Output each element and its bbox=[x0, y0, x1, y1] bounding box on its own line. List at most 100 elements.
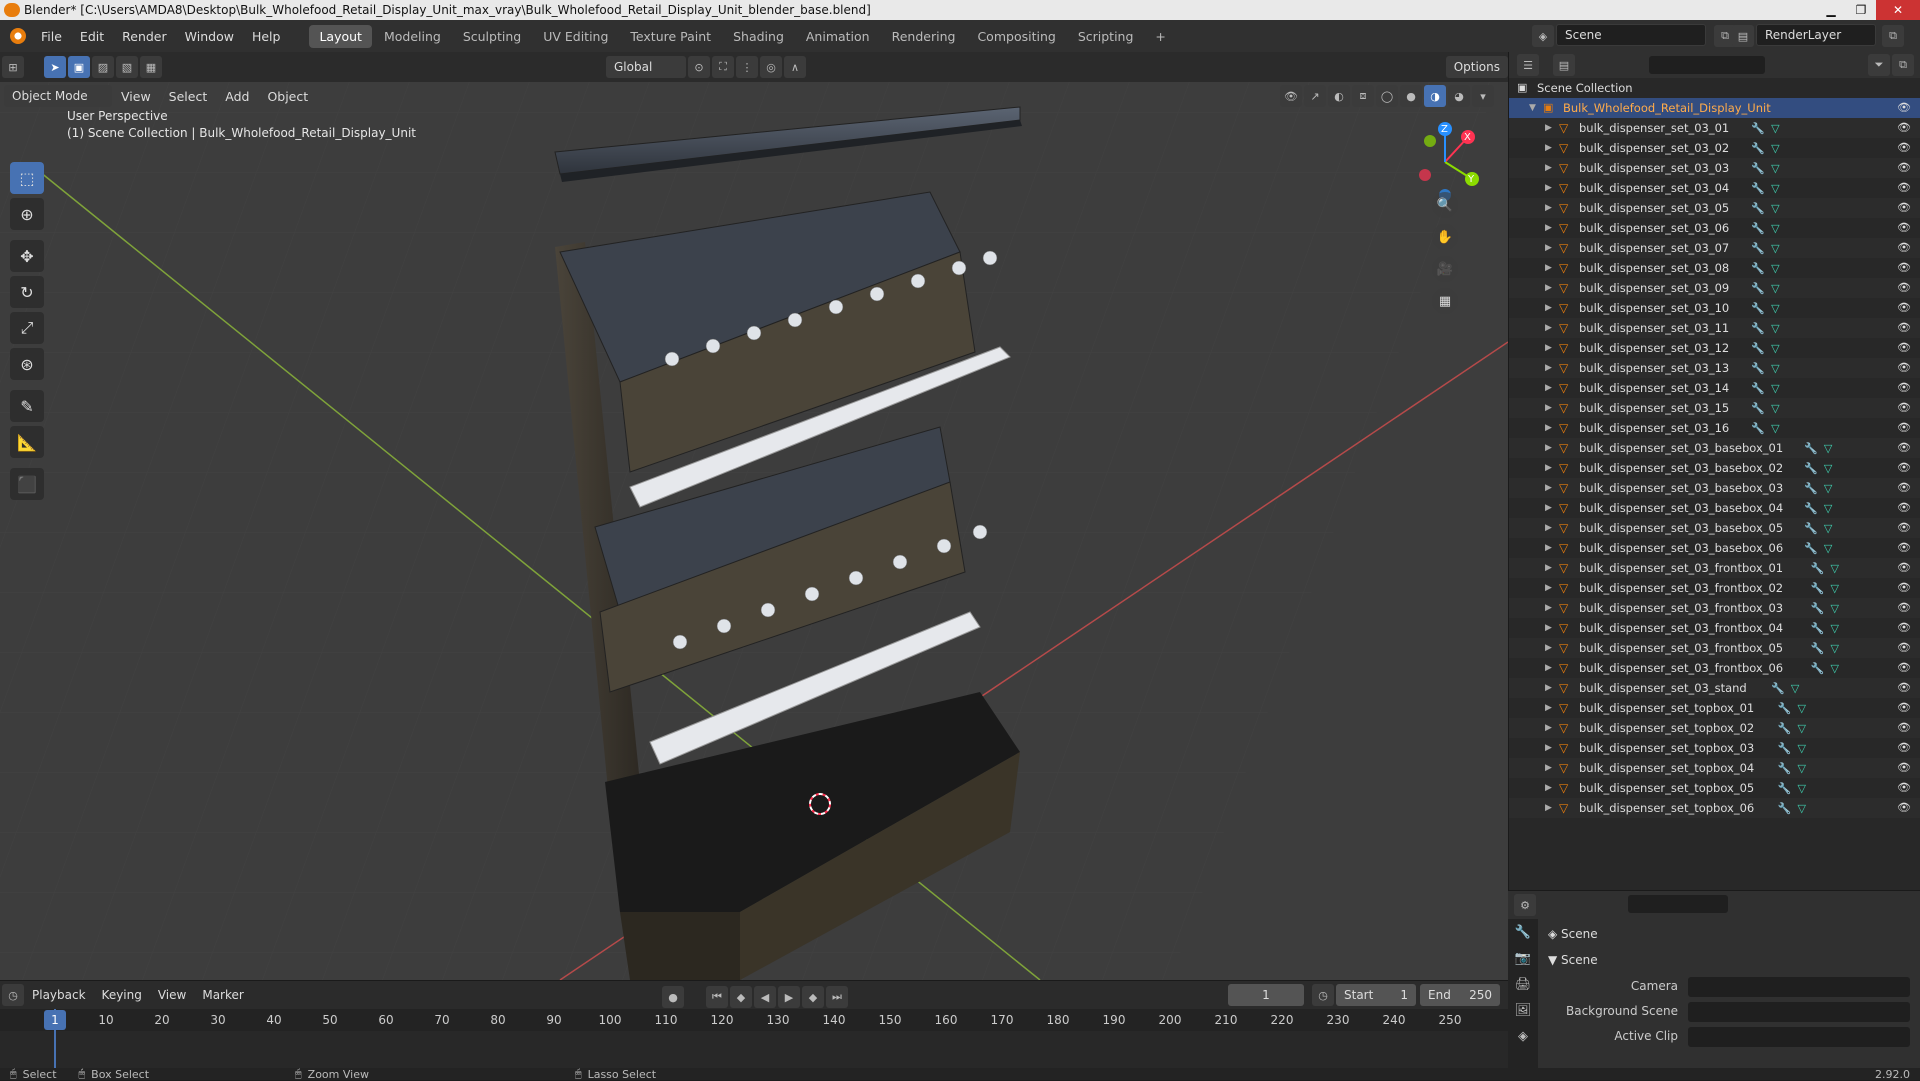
next-keyframe-icon[interactable]: ◆ bbox=[802, 986, 824, 1008]
visibility-eye-icon[interactable]: 👁 bbox=[1897, 361, 1911, 375]
tab-texture-paint[interactable]: Texture Paint bbox=[620, 25, 721, 48]
outliner-object-row[interactable]: ▶ ▽ bulk_dispenser_set_03_02 🔧 ▽ 👁 bbox=[1509, 138, 1920, 158]
outliner-object-row[interactable]: ▶ ▽ bulk_dispenser_set_03_11 🔧 ▽ 👁 bbox=[1509, 318, 1920, 338]
expand-arrow-icon[interactable]: ▶ bbox=[1545, 683, 1555, 693]
mesh-data-icon[interactable]: ▽ bbox=[1771, 282, 1779, 295]
modifier-wrench-icon[interactable]: 🔧 bbox=[1751, 342, 1765, 355]
properties-search-input[interactable] bbox=[1628, 895, 1728, 913]
mesh-data-icon[interactable]: ▽ bbox=[1771, 142, 1779, 155]
visibility-eye-icon[interactable]: 👁 bbox=[1897, 461, 1911, 475]
mesh-data-icon[interactable]: ▽ bbox=[1771, 262, 1779, 275]
mesh-data-icon[interactable]: ▽ bbox=[1771, 402, 1779, 415]
visibility-eye-icon[interactable]: 👁 bbox=[1897, 161, 1911, 175]
mesh-data-icon[interactable]: ▽ bbox=[1771, 162, 1779, 175]
render-tab-icon[interactable]: 📷 bbox=[1508, 945, 1538, 971]
outliner-editor-type-icon[interactable]: ☰ bbox=[1517, 54, 1539, 76]
outliner-object-row[interactable]: ▶ ▽ bulk_dispenser_set_03_08 🔧 ▽ 👁 bbox=[1509, 258, 1920, 278]
modifier-wrench-icon[interactable]: 🔧 bbox=[1751, 202, 1765, 215]
editor-type-icon[interactable]: ⊞ bbox=[2, 56, 24, 78]
visibility-eye-icon[interactable]: 👁 bbox=[1897, 101, 1911, 115]
expand-arrow-icon[interactable]: ▶ bbox=[1545, 543, 1555, 553]
visibility-eye-icon[interactable]: 👁 bbox=[1897, 661, 1911, 675]
viewport-menu-object[interactable]: Object bbox=[258, 89, 317, 104]
proportional-edit-icon[interactable]: ◎ bbox=[760, 56, 782, 78]
play-icon[interactable]: ▶ bbox=[778, 986, 800, 1008]
output-tab-icon[interactable]: 🖨 bbox=[1508, 971, 1538, 997]
mesh-data-icon[interactable]: ▽ bbox=[1798, 742, 1806, 755]
modifier-wrench-icon[interactable]: 🔧 bbox=[1804, 482, 1818, 495]
xray-icon[interactable]: ⧈ bbox=[1352, 85, 1374, 107]
visibility-eye-icon[interactable]: 👁 bbox=[1897, 561, 1911, 575]
expand-arrow-icon[interactable]: ▶ bbox=[1545, 723, 1555, 733]
outliner-object-row[interactable]: ▶ ▽ bulk_dispenser_set_03_04 🔧 ▽ 👁 bbox=[1509, 178, 1920, 198]
expand-arrow-icon[interactable]: ▶ bbox=[1545, 783, 1555, 793]
visibility-eye-icon[interactable]: 👁 bbox=[1897, 501, 1911, 515]
modifier-wrench-icon[interactable]: 🔧 bbox=[1804, 502, 1818, 515]
tab-shading[interactable]: Shading bbox=[723, 25, 794, 48]
mesh-data-icon[interactable]: ▽ bbox=[1771, 122, 1779, 135]
view-layer-tab-icon[interactable]: 🖼 bbox=[1508, 997, 1538, 1023]
ortho-grid-icon[interactable]: ▦ bbox=[1432, 288, 1458, 314]
mesh-data-icon[interactable]: ▽ bbox=[1831, 582, 1839, 595]
expand-arrow-icon[interactable]: ▶ bbox=[1545, 803, 1555, 813]
modifier-wrench-icon[interactable]: 🔧 bbox=[1751, 122, 1765, 135]
outliner-object-row[interactable]: ▶ ▽ bulk_dispenser_set_topbox_05 🔧 ▽ 👁 bbox=[1509, 778, 1920, 798]
tab-scripting[interactable]: Scripting bbox=[1068, 25, 1144, 48]
visibility-eye-icon[interactable]: 👁 bbox=[1897, 381, 1911, 395]
play-reverse-icon[interactable]: ◀ bbox=[754, 986, 776, 1008]
expand-arrow-icon[interactable]: ▶ bbox=[1545, 243, 1555, 253]
outliner-object-row[interactable]: ▶ ▽ bulk_dispenser_set_03_07 🔧 ▽ 👁 bbox=[1509, 238, 1920, 258]
modifier-wrench-icon[interactable]: 🔧 bbox=[1751, 282, 1765, 295]
3d-viewport[interactable]: ⊞ ➤ ▣ ▨ ▧ ▦ Global ⊙ ⛶ ⋮ ◎ ∧ Options Obj… bbox=[0, 52, 1508, 980]
outliner-object-row[interactable]: ▶ ▽ bulk_dispenser_set_03_frontbox_01 🔧 ▽ 👁 bbox=[1509, 558, 1920, 578]
modifier-wrench-icon[interactable]: 🔧 bbox=[1804, 522, 1818, 535]
expand-arrow-icon[interactable]: ▼ bbox=[1529, 103, 1539, 113]
add-cube-tool-icon[interactable]: ⬛ bbox=[10, 468, 44, 500]
select-box-tool-icon[interactable]: ⬚ bbox=[10, 162, 44, 194]
timeline-menu-keying[interactable]: Keying bbox=[94, 988, 150, 1002]
start-frame-field[interactable]: Start 1 bbox=[1336, 984, 1416, 1006]
minimize-button[interactable]: ▁ bbox=[1816, 0, 1846, 20]
new-layer-icon[interactable]: ⧉ bbox=[1882, 25, 1904, 47]
background-scene-field[interactable] bbox=[1688, 1002, 1910, 1022]
expand-arrow-icon[interactable]: ▶ bbox=[1545, 563, 1555, 573]
mesh-data-icon[interactable]: ▽ bbox=[1831, 662, 1839, 675]
visibility-eye-icon[interactable]: 👁 bbox=[1897, 781, 1911, 795]
modifier-wrench-icon[interactable]: 🔧 bbox=[1778, 762, 1792, 775]
mesh-data-icon[interactable]: ▽ bbox=[1771, 182, 1779, 195]
outliner-object-row[interactable]: ▶ ▽ bulk_dispenser_set_03_15 🔧 ▽ 👁 bbox=[1509, 398, 1920, 418]
visibility-eye-icon[interactable]: 👁 bbox=[1897, 741, 1911, 755]
snap-icon[interactable]: ⛶ bbox=[712, 56, 734, 78]
camera-view-icon[interactable]: 🎥 bbox=[1432, 256, 1458, 282]
outliner-object-row[interactable]: ▶ ▽ bulk_dispenser_set_03_16 🔧 ▽ 👁 bbox=[1509, 418, 1920, 438]
expand-arrow-icon[interactable]: ▶ bbox=[1545, 403, 1555, 413]
modifier-wrench-icon[interactable]: 🔧 bbox=[1811, 562, 1825, 575]
add-workspace-icon[interactable]: + bbox=[1145, 25, 1175, 48]
outliner-object-row[interactable]: ▶ ▽ bulk_dispenser_set_03_frontbox_02 🔧 ▽ 👁 bbox=[1509, 578, 1920, 598]
visibility-eye-icon[interactable]: 👁 bbox=[1897, 141, 1911, 155]
modifier-wrench-icon[interactable]: 🔧 bbox=[1811, 582, 1825, 595]
mesh-data-icon[interactable]: ▽ bbox=[1824, 442, 1832, 455]
outliner-search-input[interactable] bbox=[1649, 56, 1765, 74]
transform-orientation-dropdown[interactable]: Global bbox=[606, 56, 686, 78]
outliner-object-row[interactable]: ▶ ▽ bulk_dispenser_set_03_basebox_03 🔧 ▽ 👁 bbox=[1509, 478, 1920, 498]
expand-arrow-icon[interactable]: ▶ bbox=[1545, 603, 1555, 613]
mode-dropdown[interactable]: Object Mode bbox=[4, 85, 112, 107]
outliner-object-row[interactable]: ▶ ▽ bulk_dispenser_set_topbox_02 🔧 ▽ 👁 bbox=[1509, 718, 1920, 738]
timeline-menu-playback[interactable]: Playback bbox=[24, 988, 94, 1002]
properties-editor-type-icon[interactable]: ⚙ bbox=[1514, 894, 1536, 916]
outliner-object-row[interactable]: ▶ ▽ bulk_dispenser_set_topbox_04 🔧 ▽ 👁 bbox=[1509, 758, 1920, 778]
modifier-wrench-icon[interactable]: 🔧 bbox=[1751, 222, 1765, 235]
viewport-menu-view[interactable]: View bbox=[112, 89, 160, 104]
outliner-object-row[interactable]: ▶ ▽ bulk_dispenser_set_03_05 🔧 ▽ 👁 bbox=[1509, 198, 1920, 218]
maximize-button[interactable]: ❐ bbox=[1846, 0, 1876, 20]
outliner-object-row[interactable]: ▶ ▽ bulk_dispenser_set_03_frontbox_04 🔧 ▽ 👁 bbox=[1509, 618, 1920, 638]
tab-compositing[interactable]: Compositing bbox=[967, 25, 1065, 48]
visibility-eye-icon[interactable]: 👁 bbox=[1897, 301, 1911, 315]
render-layer-icon[interactable]: ▤ bbox=[1732, 25, 1754, 47]
timeline-editor-type-icon[interactable]: ◷ bbox=[2, 984, 24, 1006]
tab-uv-editing[interactable]: UV Editing bbox=[533, 25, 618, 48]
jump-start-icon[interactable]: ⏮ bbox=[706, 986, 728, 1008]
select-subtract-icon[interactable]: ▧ bbox=[116, 56, 138, 78]
modifier-wrench-icon[interactable]: 🔧 bbox=[1751, 242, 1765, 255]
